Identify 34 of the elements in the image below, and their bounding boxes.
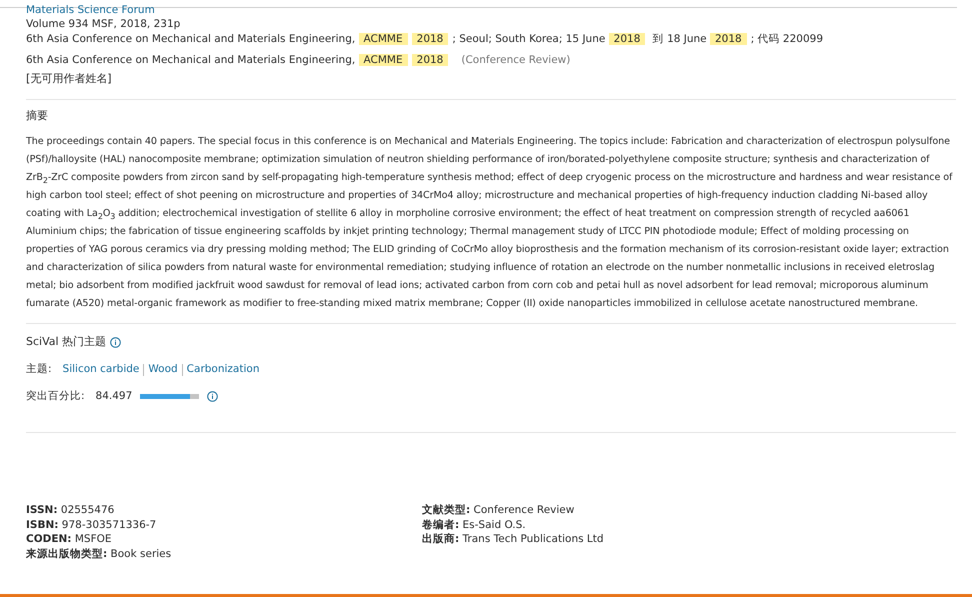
highlighted-term: 2018	[608, 33, 646, 45]
detail-text: 来源出版物类型: Book series	[26, 546, 172, 561]
highlighted-term: ACMME	[358, 33, 408, 45]
volume-text: Volume 934 MSF, 2018, 231p	[26, 17, 182, 32]
topics-label: 主题:	[26, 362, 52, 377]
source-text: ; 代码 220099	[750, 33, 823, 45]
detail-text: 文献类型: Conference Review	[422, 503, 576, 518]
highlighted-term: 2018	[412, 54, 448, 66]
highlighted-term: 2018	[710, 33, 747, 45]
percentile-bar	[140, 394, 200, 399]
detail-text: CODEN: MSFOE	[26, 532, 113, 546]
detail-text: 卷编者: Es-Said O.S.	[422, 518, 527, 532]
authors-text: [无可用作者姓名]	[26, 71, 113, 87]
topic-link[interactable]: Carbonization	[186, 362, 260, 377]
detail-text: 出版商: Trans Tech Publications Ltd	[422, 532, 605, 546]
abstract-text: The proceedings contain 40 papers. The special focus in this conference is on Mechanical and Materials Engineering. The topics include: Fabrication and characterization of electrospun polysulfone (PSf)/halloysite (HAL) nanocomposite membrane; optimization simulation of neutron shielding performance of iron/borated-polyethylene composite structure; synthesis and characterization of ZrB$_{2}$-ZrC composite powders from zircon sand by self-propagating high-temperature synthesis method; effect of deep cryogenic process on the microstructure and hardness and wear resistance of high carbon tool steel; effect of shot peening on microstructure and properties of 34CrMo4 alloy; microstructure and mechanical properties of high-frequency induction cladding Ni-based alloy coating with La$_{2}$O$_{3}$ addition; electrochemical investigation of stellite 6 alloy in morpholine corrosive environment; the effect of heat treatment on compression strength of recycled aa6061 Aluminium chips; the fabrication of tissue engineering scaffolds by inkjet printing technology; Thermal management study of LTCC PIN photodiode module; Effect of molding processing on properties of YAG porous ceramics via dry pressing molding method; The ELID grinding of CoCrMo alloy bioprosthesis and the formation mechanism of its corrosion-resistant oxide layer; extraction and characterization of silica powders from natural waste for environmental remediation; studying influence of rotation an electrode on the number nonmetallic inclusions in received eletroslag metal; bio adsorbent from modified jackfruit wood sawdust for removal of lead ions; activated carbon from corn cob and petai hull as novel adsorbent for lead removal; microporous aluminum fumarate (A520) metal-organic framework as modifier to free-standing mixed matrix membrane; Copper (II) oxide nanoparticles immobilized in cellulose acetate nanostructured membrane.	[26, 135, 954, 311]
prominence-value: 84.497	[96, 389, 132, 404]
document-type-tag: (Conference Review)	[461, 54, 570, 66]
source-text: 到 18 June	[652, 33, 708, 45]
detail-text: ISBN: 978-303571336-7	[26, 518, 158, 532]
journal-link[interactable]: Materials Science Forum	[26, 3, 956, 17]
info-icon[interactable]	[110, 336, 122, 348]
topic-link[interactable]: Wood	[148, 362, 178, 377]
detail-text: ISSN: 02555476	[26, 503, 116, 518]
topic-link[interactable]: Silicon carbide	[62, 362, 140, 377]
source-text: ; Seoul; South Korea; 15 June	[452, 33, 606, 45]
highlighted-term: ACMME	[358, 54, 408, 66]
info-icon[interactable]	[207, 391, 218, 402]
source-text: 6th Asia Conference on Mechanical and Materials Engineering,	[26, 33, 356, 45]
section-heading: 摘要	[26, 108, 49, 123]
section-heading: SciVal 热门主题	[26, 334, 106, 350]
highlighted-term: 2018	[412, 33, 448, 45]
source-text: 6th Asia Conference on Mechanical and Materials Engineering,	[26, 54, 356, 66]
prominence-label: 突出百分比:	[26, 389, 85, 404]
